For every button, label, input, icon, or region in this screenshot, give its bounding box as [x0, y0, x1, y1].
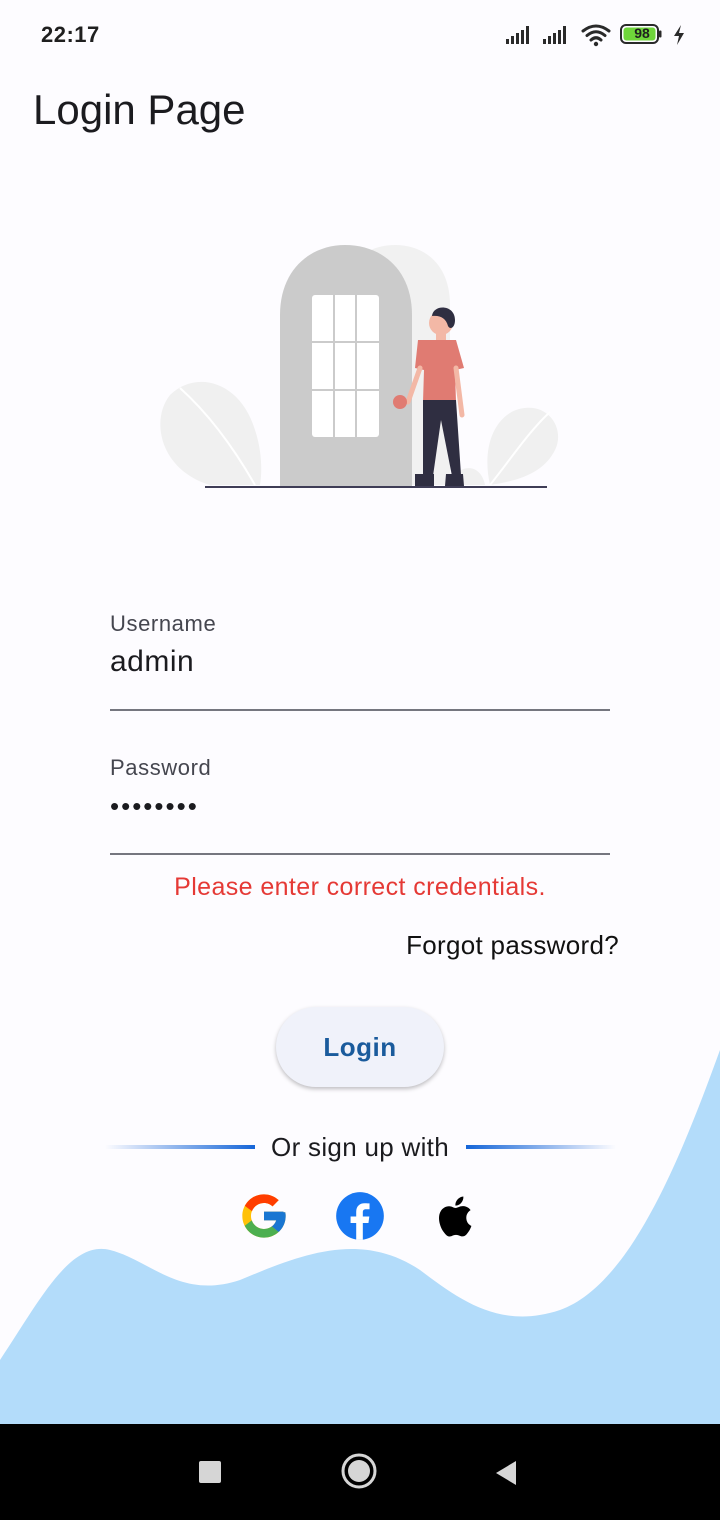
status-bar: 22:17 98: [0, 0, 720, 70]
password-input[interactable]: ••••••••: [110, 791, 610, 822]
back-button[interactable]: [493, 1459, 519, 1487]
battery-level: 98: [634, 25, 650, 41]
wifi-icon: [581, 24, 611, 47]
signal-icon: [506, 26, 529, 44]
forgot-password-link[interactable]: Forgot password?: [406, 930, 619, 961]
charging-icon: [674, 25, 684, 45]
login-button[interactable]: Login: [276, 1007, 444, 1087]
username-label: Username: [110, 611, 217, 636]
social-divider: Or sign up with: [0, 1128, 720, 1168]
password-label: Password: [110, 755, 212, 780]
home-button[interactable]: [340, 1452, 378, 1490]
recents-button[interactable]: [199, 1461, 221, 1483]
username-field[interactable]: Username: [110, 611, 610, 713]
username-input[interactable]: [110, 645, 610, 679]
door-person-illustration: [160, 245, 559, 488]
password-underline: [110, 853, 610, 855]
error-message: Please enter correct credentials.: [174, 873, 546, 901]
apple-icon[interactable]: [430, 1190, 482, 1242]
page-title: Login Page: [33, 86, 246, 133]
signal-icon-2: [543, 26, 566, 44]
facebook-icon[interactable]: [334, 1190, 386, 1242]
status-time: 22:17: [41, 22, 100, 47]
google-icon[interactable]: [238, 1190, 290, 1242]
divider-line-right: [466, 1145, 616, 1149]
password-field[interactable]: Password ••••••••: [110, 755, 610, 857]
username-underline: [110, 709, 610, 711]
system-nav-bar: [0, 1424, 720, 1520]
